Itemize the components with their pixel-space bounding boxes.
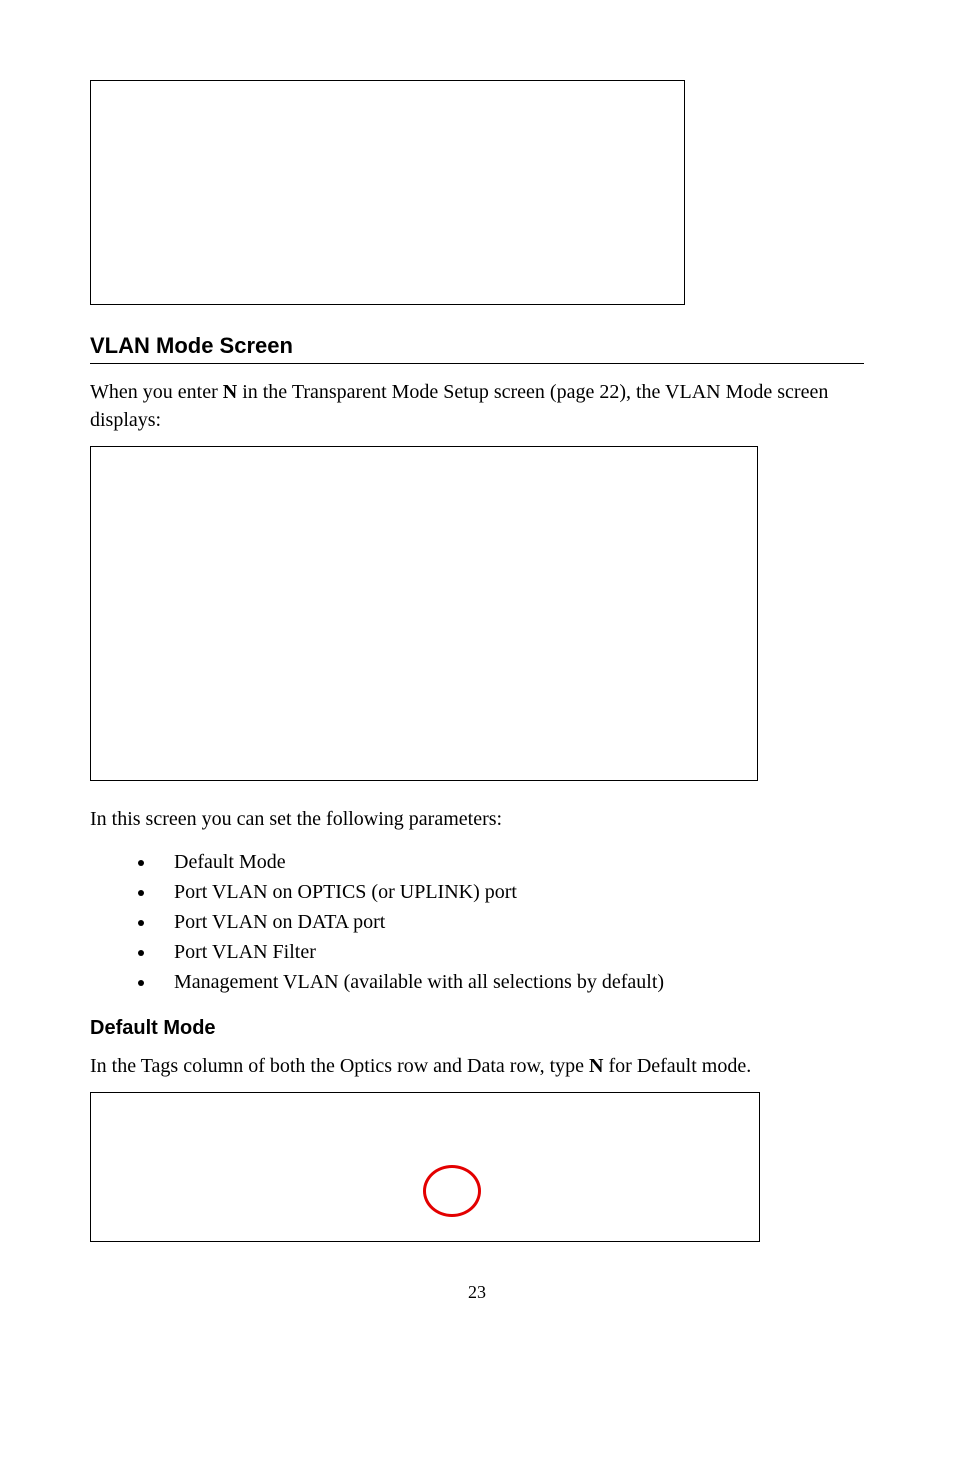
vlan-mode-intro-paragraph: When you enter N in the Transparent Mode… — [90, 378, 864, 434]
parameters-intro: In this screen you can set the following… — [90, 805, 864, 833]
red-circle-annotation — [423, 1165, 481, 1217]
list-item: Management VLAN (available with all sele… — [156, 967, 864, 997]
screenshot-placeholder-1 — [90, 80, 685, 305]
screenshot-placeholder-2 — [90, 446, 758, 781]
list-item: Port VLAN on DATA port — [156, 907, 864, 937]
para3-bold-n: N — [589, 1055, 603, 1077]
para1-text-1: When you enter — [90, 381, 223, 403]
parameters-list: Default Mode Port VLAN on OPTICS (or UPL… — [90, 847, 864, 997]
para3-text-1: In the Tags column of both the Optics ro… — [90, 1055, 589, 1077]
para1-bold-n: N — [223, 381, 237, 403]
page-number: 23 — [90, 1282, 864, 1303]
para3-text-2: for Default mode. — [604, 1055, 752, 1077]
list-item: Port VLAN on OPTICS (or UPLINK) port — [156, 877, 864, 907]
default-mode-paragraph: In the Tags column of both the Optics ro… — [90, 1052, 864, 1080]
screenshot-placeholder-3 — [90, 1092, 760, 1242]
default-mode-heading: Default Mode — [90, 1017, 864, 1040]
vlan-mode-screen-heading: VLAN Mode Screen — [90, 333, 864, 364]
list-item: Port VLAN Filter — [156, 937, 864, 967]
list-item: Default Mode — [156, 847, 864, 877]
